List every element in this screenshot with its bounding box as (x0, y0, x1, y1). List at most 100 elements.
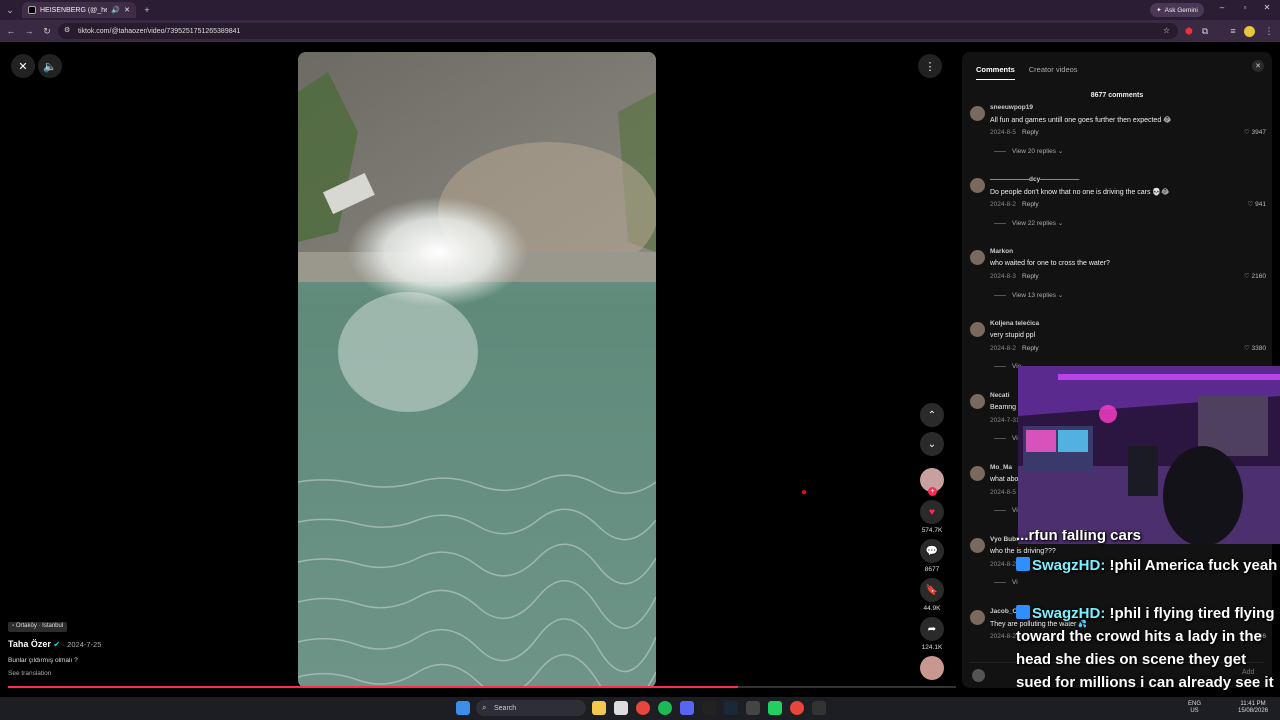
verified-icon: ✔ (53, 640, 61, 649)
commenter-avatar[interactable] (970, 394, 985, 409)
tiktok-favicon-icon (28, 6, 36, 14)
comment-date: 2024-8-2 (990, 201, 1017, 208)
commenter-avatar[interactable] (970, 466, 985, 481)
comment-bubble-icon: 💬 (925, 545, 939, 557)
bookmark-icon: 🔖 (925, 584, 939, 596)
close-panel-button[interactable]: ✕ (1252, 60, 1264, 72)
tab-creator-videos[interactable]: Creator videos (1029, 65, 1078, 80)
video-progress-bar[interactable] (8, 686, 956, 688)
language-indicator[interactable]: ENG US (1188, 701, 1201, 715)
forward-icon[interactable]: → (22, 24, 36, 38)
bookmark-star-icon[interactable]: ☆ (1163, 26, 1170, 35)
site-info-icon[interactable]: ⚙ (64, 26, 70, 34)
commenter-name[interactable]: Mo_Ma (990, 464, 1012, 471)
commenter-avatar[interactable] (970, 106, 985, 121)
tab-comments[interactable]: Comments (976, 65, 1015, 80)
like-button[interactable]: ♥ (920, 500, 944, 524)
stream-chat-overlay: ...rfun falling cars SwagzHD: !phil Ameri… (1016, 530, 1280, 720)
commenter-avatar[interactable] (970, 178, 985, 193)
obs-icon[interactable] (746, 701, 760, 715)
view-replies-link[interactable]: View 22 replies ⌄ (994, 219, 1063, 227)
next-video-button[interactable]: ⌄ (920, 432, 944, 456)
author-name[interactable]: Taha Özer (8, 639, 51, 649)
media-control-icon[interactable]: ≡ (1226, 24, 1240, 38)
chrome-active-icon[interactable] (790, 701, 804, 715)
file-explorer-icon[interactable] (592, 701, 606, 715)
comment-text: very stupid ppl (990, 332, 1036, 339)
view-replies-link[interactable]: Vi (994, 579, 1018, 586)
tab-close-icon[interactable]: ✕ (124, 6, 130, 14)
back-icon[interactable]: ← (4, 24, 18, 38)
comment-likes[interactable]: ♡ 2160 (1244, 272, 1266, 280)
new-tab-button[interactable]: + (140, 3, 154, 17)
location-tag[interactable]: ▪ Ortaköy · Istanbul (8, 622, 68, 632)
tab-list-icon[interactable]: ⌄ (3, 3, 17, 17)
comment-likes[interactable]: ♡ 941 (1248, 200, 1267, 208)
post-date: · 2024-7-25 (62, 640, 102, 649)
reply-link[interactable]: Reply (1022, 345, 1039, 352)
clock[interactable]: 11:41 PM 15/08/2026 (1238, 701, 1268, 715)
extension-icon[interactable]: ⬢ (1182, 24, 1196, 38)
video-player[interactable] (298, 52, 656, 688)
browser-nav-bar: ← → ↻ ⚙ tiktok.com/@tahaozer/video/73952… (0, 20, 1280, 42)
taskbar-search[interactable]: ⌕ Search (476, 700, 586, 716)
previous-video-button[interactable]: ⌃ (920, 403, 944, 427)
more-options-button[interactable]: ⋮ (918, 54, 942, 78)
chat-badge-icon (1016, 605, 1030, 619)
more-dots-icon: ⋮ (924, 60, 936, 73)
like-count: 574.7K (921, 527, 943, 534)
ask-gemini-button[interactable]: ✦ Ask Gemini (1150, 3, 1204, 17)
author-line[interactable]: Taha Özer ✔ · 2024-7-25 (8, 639, 101, 649)
commenter-name[interactable]: sneeuwpop19 (990, 104, 1033, 111)
commenter-name[interactable]: Koljena telećica (990, 320, 1039, 327)
save-button[interactable]: 🔖 (920, 578, 944, 602)
comments-count: 8677 comments (1090, 92, 1144, 99)
address-bar[interactable]: ⚙ tiktok.com/@tahaozer/video/73952517512… (58, 23, 1178, 39)
close-video-button[interactable]: ✕ (11, 54, 35, 78)
browser-tab[interactable]: HEISENBERG (@_heisenbe 🔊 ✕ (22, 2, 136, 18)
comment-likes[interactable]: ♡ 3947 (1244, 128, 1266, 136)
share-button[interactable]: ➦ (920, 617, 944, 641)
windows-start-icon[interactable] (456, 701, 470, 715)
reply-link[interactable]: Reply (1022, 273, 1039, 280)
epic-games-icon[interactable] (812, 701, 826, 715)
spotify-icon[interactable] (658, 701, 672, 715)
discord-icon[interactable] (680, 701, 694, 715)
video-caption: Bunlar çıldırmış olmalı ? (8, 657, 78, 664)
comment-date: 2024-8-2 (990, 633, 1017, 640)
commenter-name[interactable]: ——————dcy—————— (990, 176, 1079, 183)
view-replies-link[interactable]: View 13 replies ⌄ (994, 291, 1063, 299)
reply-link[interactable]: Reply (1022, 201, 1039, 208)
close-icon: ✕ (1255, 63, 1261, 70)
music-disc-avatar[interactable] (920, 656, 944, 680)
steam-icon[interactable] (724, 701, 738, 715)
minimize-button[interactable]: – (1215, 3, 1229, 12)
commenter-name[interactable]: Necati (990, 392, 1010, 399)
comment-button[interactable]: 💬 (920, 539, 944, 563)
commenter-name[interactable]: Markon (990, 248, 1013, 255)
follow-plus-icon[interactable]: + (928, 487, 937, 496)
commenter-avatar[interactable] (970, 322, 985, 337)
close-window-button[interactable]: ✕ (1260, 3, 1274, 12)
chat-message: SwagzHD: !phil i flying tired flying tow… (1016, 602, 1278, 694)
view-replies-link[interactable]: View 20 replies ⌄ (994, 147, 1063, 155)
commenter-avatar[interactable] (970, 610, 985, 625)
tab-title: HEISENBERG (@_heisenbe (40, 6, 108, 14)
extensions-puzzle-icon[interactable]: ⧉ (1198, 24, 1212, 38)
maximize-button[interactable]: ▫ (1238, 3, 1252, 12)
tab-audio-icon[interactable]: 🔊 (111, 6, 120, 14)
chrome-icon[interactable] (636, 701, 650, 715)
terminal-icon[interactable] (702, 701, 716, 715)
media-player-icon[interactable] (768, 701, 782, 715)
reply-link[interactable]: Reply (1022, 129, 1039, 136)
browser-menu-icon[interactable]: ⋮ (1262, 24, 1276, 38)
app-icon[interactable] (614, 701, 628, 715)
volume-button[interactable]: 🔈 (38, 54, 62, 78)
commenter-avatar[interactable] (970, 538, 985, 553)
lang-bottom: US (1190, 708, 1199, 714)
comment-likes[interactable]: ♡ 3380 (1244, 344, 1266, 352)
see-translation-link[interactable]: See translation (8, 670, 51, 677)
commenter-avatar[interactable] (970, 250, 985, 265)
reload-icon[interactable]: ↻ (40, 24, 54, 38)
profile-avatar[interactable] (1244, 26, 1255, 37)
